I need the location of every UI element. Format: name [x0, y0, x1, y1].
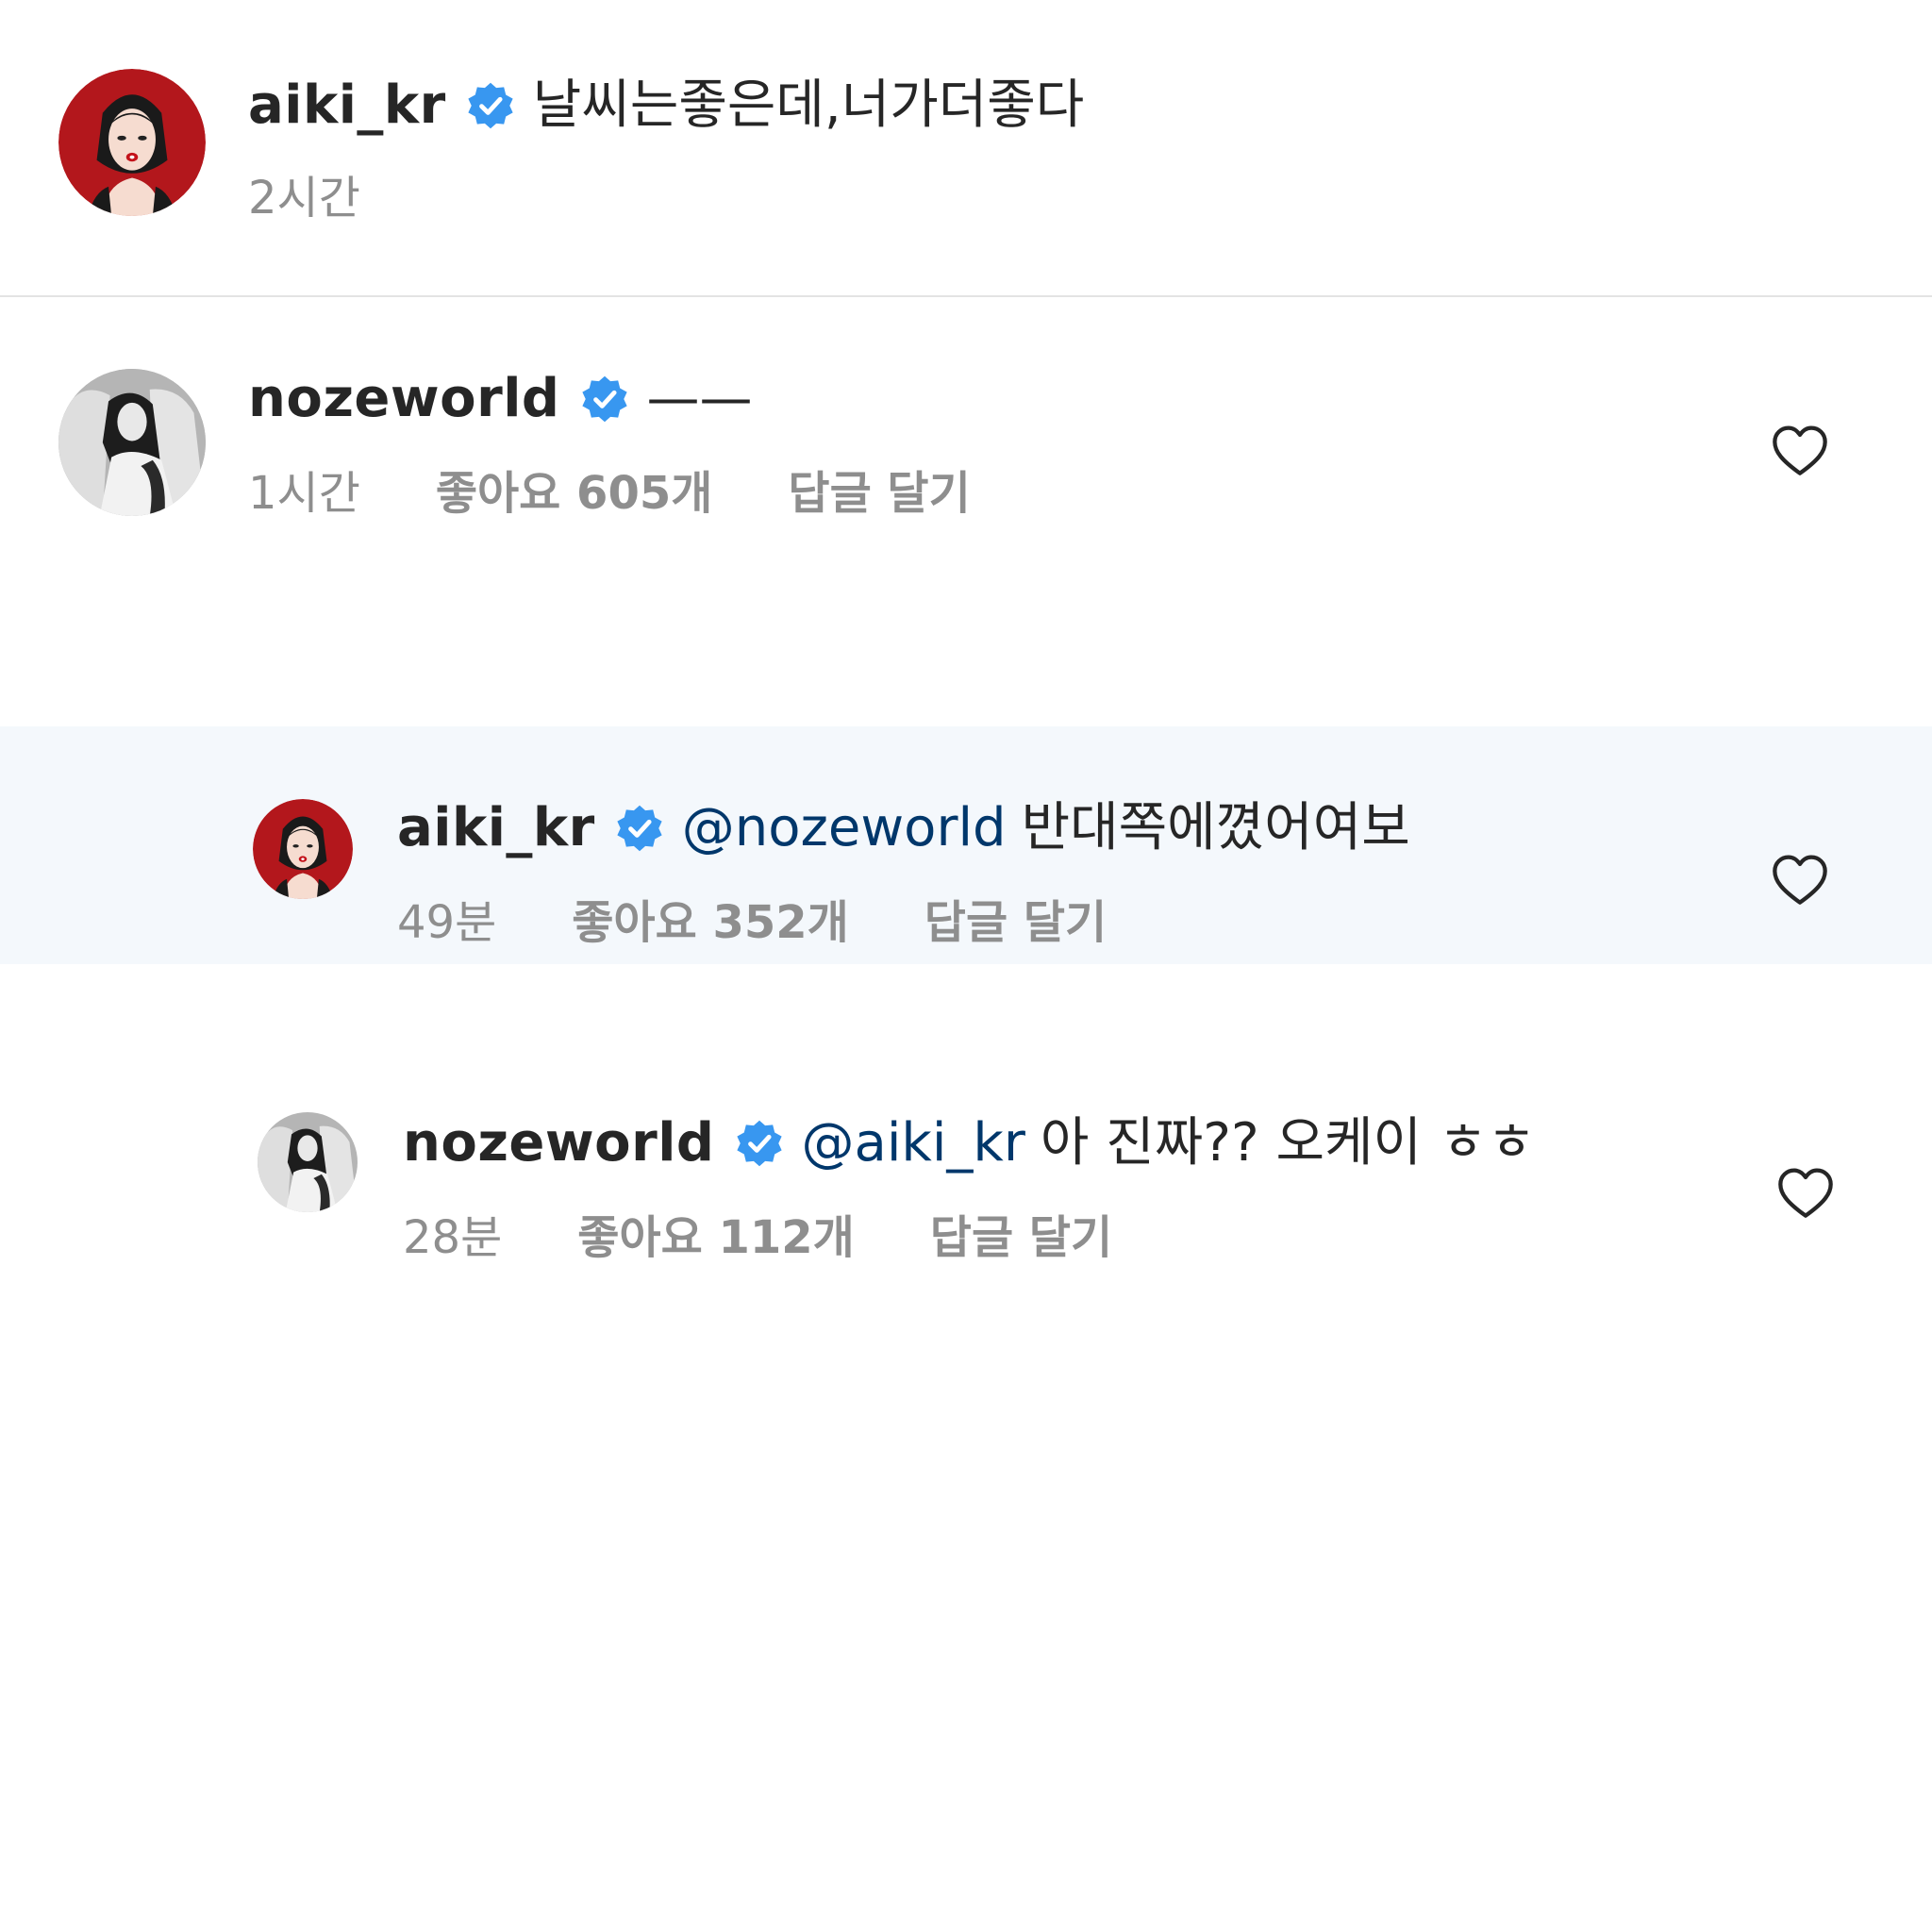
reply-button[interactable]: 답글 달기 [924, 894, 1107, 951]
comment-line: nozeworld —— [248, 366, 753, 432]
timestamp: 2시간 [248, 172, 360, 225]
comment-text: 아 진짜?? 오케이 ㅎㅎ [1040, 1112, 1536, 1174]
caption-text: 날씨는좋은데,너가더좋다 [532, 75, 1085, 136]
avatar[interactable] [253, 799, 353, 899]
verified-badge-icon [579, 374, 630, 425]
timestamp: 28분 [403, 1211, 503, 1264]
caption-line: aiki_kr 날씨는좋은데,너가더좋다 [248, 73, 1084, 139]
verified-badge-icon [614, 803, 665, 854]
reply-button[interactable]: 답글 달기 [788, 465, 970, 522]
comment-text: —— [646, 368, 753, 429]
comment-text: 반대쪽에꼈어여보 [1021, 797, 1410, 858]
username-link[interactable]: aiki_kr [397, 795, 595, 861]
verified-badge-icon [734, 1118, 785, 1169]
verified-badge-icon [465, 80, 516, 131]
comments-screen: aiki_kr 날씨는좋은데,너가더좋다 2시간 nozeworld —— 1시… [0, 0, 1932, 1932]
like-count[interactable]: 좋아요 605개 [436, 465, 713, 522]
heart-icon[interactable] [1770, 851, 1830, 911]
avatar[interactable] [58, 369, 206, 516]
username-link[interactable]: nozeworld [403, 1110, 715, 1176]
post-caption: aiki_kr 날씨는좋은데,너가더좋다 2시간 [0, 0, 1932, 296]
mention-link[interactable]: @aiki_kr [802, 1110, 1025, 1176]
caption-meta: 2시간 [248, 170, 360, 226]
comment-line: nozeworld @aiki_kr 아 진짜?? 오케이 ㅎㅎ [403, 1110, 1536, 1176]
heart-icon[interactable] [1770, 422, 1830, 482]
avatar[interactable] [258, 1112, 358, 1212]
username-link[interactable]: aiki_kr [248, 73, 446, 139]
timestamp: 1시간 [248, 467, 360, 520]
comment-meta: 28분 좋아요 112개 답글 달기 [403, 1209, 1112, 1266]
reply-button[interactable]: 답글 달기 [930, 1209, 1112, 1266]
avatar[interactable] [58, 69, 206, 216]
comment-line: aiki_kr @nozeworld 반대쪽에꼈어여보 [397, 795, 1410, 861]
heart-icon[interactable] [1775, 1164, 1836, 1224]
timestamp: 49분 [397, 896, 497, 949]
comment-item: nozeworld —— 1시간 좋아요 605개 답글 달기 [0, 297, 1932, 726]
comment-item: nozeworld @aiki_kr 아 진짜?? 오케이 ㅎㅎ 28분 좋아요… [0, 964, 1932, 1360]
like-count[interactable]: 좋아요 112개 [577, 1209, 855, 1266]
mention-link[interactable]: @nozeworld [682, 795, 1007, 861]
comment-meta: 1시간 좋아요 605개 답글 달기 [248, 465, 971, 522]
comment-meta: 49분 좋아요 352개 답글 달기 [397, 894, 1107, 951]
comment-item: aiki_kr @nozeworld 반대쪽에꼈어여보 49분 좋아요 352개… [0, 726, 1932, 964]
like-count[interactable]: 좋아요 352개 [572, 894, 849, 951]
username-link[interactable]: nozeworld [248, 366, 560, 432]
